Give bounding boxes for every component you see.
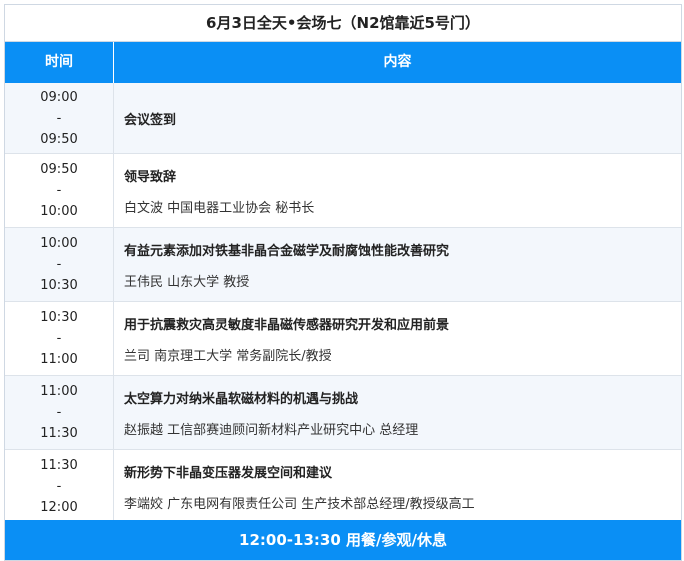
content-cell: 会议签到 xyxy=(114,83,681,153)
speaker: 李端姣 广东电网有限责任公司 生产技术部总经理/教授级高工 xyxy=(124,496,475,512)
session-title: 6月3日全天•会场七（N2馆靠近5号门） xyxy=(5,5,681,42)
topic: 有益元素添加对铁基非晶合金磁学及耐腐蚀性能改善研究 xyxy=(124,243,450,259)
table-row: 09:50 - 10:00 领导致辞 白文波 中国电器工业协会 秘书长 xyxy=(5,154,681,228)
table-header: 时间 内容 xyxy=(5,42,681,83)
time-cell: 11:30 - 12:00 xyxy=(5,450,114,523)
header-content: 内容 xyxy=(383,54,412,70)
topic: 用于抗震救灾高灵敏度非晶磁传感器研究开发和应用前景 xyxy=(124,317,450,333)
table-row: 09:00 - 09:50 会议签到 xyxy=(5,83,681,154)
end-time: 11:30 xyxy=(40,426,78,441)
table-row: 10:00 - 10:30 有益元素添加对铁基非晶合金磁学及耐腐蚀性能改善研究 … xyxy=(5,228,681,302)
end-time: 09:50 xyxy=(40,131,78,147)
time-cell: 09:00 - 09:50 xyxy=(5,83,114,153)
time-cell: 09:50 - 10:00 xyxy=(5,154,114,227)
end-time: 10:00 xyxy=(40,204,78,219)
topic: 新形势下非晶变压器发展空间和建议 xyxy=(124,465,333,481)
content-cell: 新形势下非晶变压器发展空间和建议 李端姣 广东电网有限责任公司 生产技术部总经理… xyxy=(114,450,681,523)
end-time: 12:00 xyxy=(40,500,78,515)
time-separator: - xyxy=(56,479,62,494)
start-time: 10:00 xyxy=(40,236,78,251)
table-row: 10:30 - 11:00 用于抗震救灾高灵敏度非晶磁传感器研究开发和应用前景 … xyxy=(5,302,681,376)
start-time: 11:00 xyxy=(40,384,78,399)
content-cell: 太空算力对纳米晶软磁材料的机遇与挑战 赵振越 工信部赛迪顾问新材料产业研究中心 … xyxy=(114,376,681,449)
speaker: 白文波 中国电器工业协会 秘书长 xyxy=(124,200,315,216)
time-separator: - xyxy=(56,405,62,420)
table-row: 11:30 - 12:00 新形势下非晶变压器发展空间和建议 李端姣 广东电网有… xyxy=(5,450,681,524)
header-time: 时间 xyxy=(5,42,114,83)
speaker: 王伟民 山东大学 教授 xyxy=(124,274,250,290)
time-cell: 11:00 - 11:30 xyxy=(5,376,114,449)
end-time: 11:00 xyxy=(40,352,78,367)
topic: 太空算力对纳米晶软磁材料的机遇与挑战 xyxy=(124,391,359,407)
time-separator: - xyxy=(56,331,62,346)
topic: 领导致辞 xyxy=(124,169,177,185)
agenda-table: 6月3日全天•会场七（N2馆靠近5号门） 时间 内容 09:00 - 09:50… xyxy=(4,4,682,561)
start-time: 09:50 xyxy=(40,162,78,177)
time-separator: - xyxy=(56,257,62,272)
content-cell: 有益元素添加对铁基非晶合金磁学及耐腐蚀性能改善研究 王伟民 山东大学 教授 xyxy=(114,228,681,301)
content-cell: 领导致辞 白文波 中国电器工业协会 秘书长 xyxy=(114,154,681,227)
table-row: 11:00 - 11:30 太空算力对纳米晶软磁材料的机遇与挑战 赵振越 工信部… xyxy=(5,376,681,450)
time-separator: - xyxy=(56,110,62,126)
start-time: 09:00 xyxy=(40,89,78,105)
start-time: 10:30 xyxy=(40,310,78,325)
speaker: 赵振越 工信部赛迪顾问新材料产业研究中心 总经理 xyxy=(124,422,419,438)
break-banner: 12:00-13:30 用餐/参观/休息 xyxy=(5,520,681,560)
time-cell: 10:00 - 10:30 xyxy=(5,228,114,301)
start-time: 11:30 xyxy=(40,458,78,473)
end-time: 10:30 xyxy=(40,278,78,293)
time-cell: 10:30 - 11:00 xyxy=(5,302,114,375)
speaker: 兰司 南京理工大学 常务副院长/教授 xyxy=(124,348,332,364)
time-separator: - xyxy=(56,183,62,198)
topic: 会议签到 xyxy=(124,112,177,128)
content-cell: 用于抗震救灾高灵敏度非晶磁传感器研究开发和应用前景 兰司 南京理工大学 常务副院… xyxy=(114,302,681,375)
